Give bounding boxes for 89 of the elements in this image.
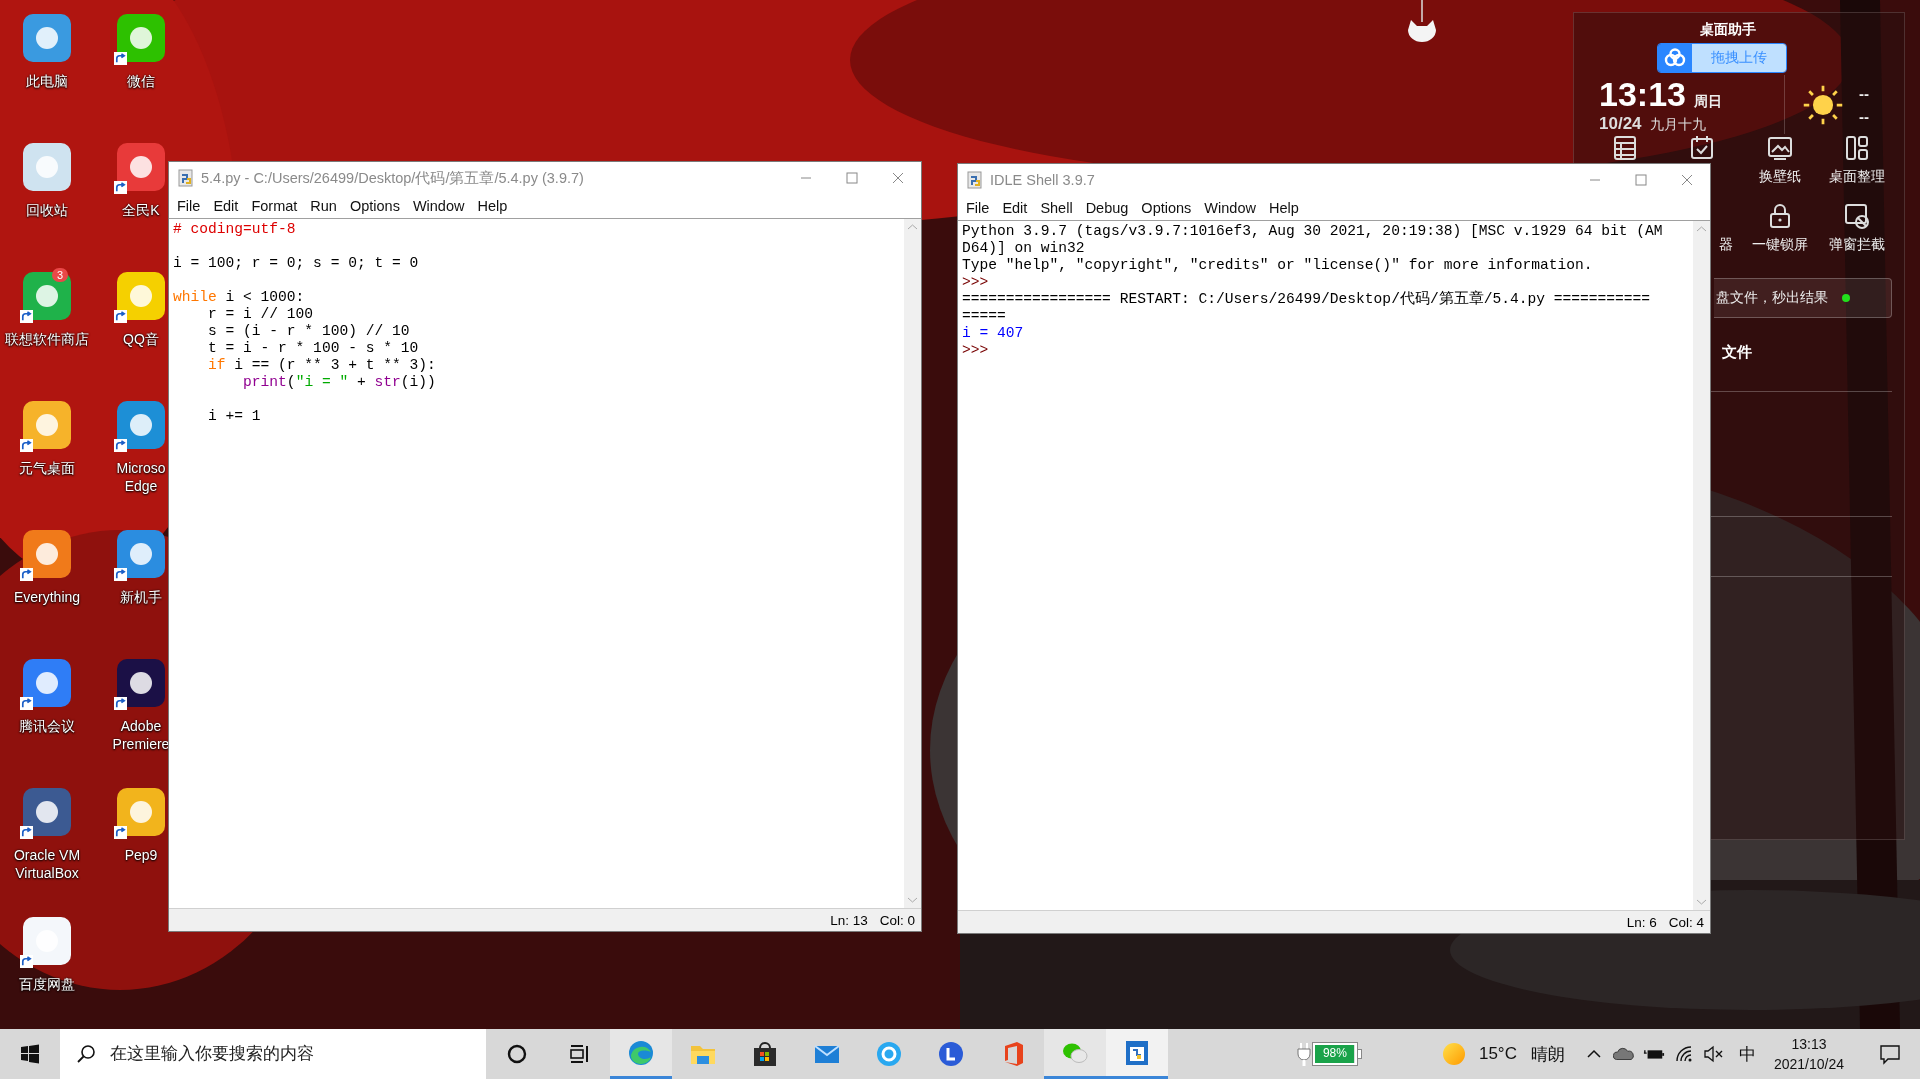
code-editor[interactable]: # coding=utf-8 i = 100; r = 0; s = 0; t = 0 while i < 1000: r = i // 100 s = (i - r * 100) // 10 t = i - r * 100 - s * 10 if i == (r ** 3 + t ** 3): print("i = " + str(i)) i += 1 [169, 219, 904, 908]
input-method-indicator[interactable]: 中 [1738, 1042, 1756, 1066]
console-line: ================= RESTART: C:/Users/26499/Desktop/代码/第五章/5.4.py =========== [962, 291, 1652, 308]
python-file-icon [966, 171, 984, 189]
menu-item[interactable]: Help [477, 198, 508, 214]
icon-label: 联想软件商店 [5, 330, 89, 348]
muted-speaker-icon[interactable] [1702, 1044, 1725, 1064]
icon-label: 微信 [126, 72, 156, 90]
weather-condition: 晴朗 [1530, 1043, 1565, 1066]
temperature: 15°C [1478, 1044, 1517, 1064]
column-number: Col: 0 [879, 912, 915, 928]
high-temperature: -- [1859, 84, 1869, 102]
menu-item[interactable]: Window [1204, 200, 1256, 216]
icon-label: 回收站 [25, 201, 69, 219]
date: 10/24 [1599, 114, 1642, 134]
code-line: i += 1 [207, 408, 262, 425]
menu-item[interactable]: Window [412, 198, 465, 214]
tool-label: 桌面整理 [1829, 168, 1886, 186]
round-app-icon [937, 1040, 965, 1068]
console-line: D64)] on win32 [962, 240, 1086, 257]
menu-item[interactable]: Options [1141, 200, 1192, 216]
window-title: 5.4.py - C:/Users/26499/Desktop/代码/第五章/5.4.py (3.9.7) [201, 168, 584, 188]
line-number: Ln: 13 [830, 912, 868, 928]
code-line: i = 100; r = 0; s = 0; t = 0 [173, 255, 420, 272]
icon-label: Adobe Premiere [111, 717, 171, 753]
low-temperature: -- [1859, 107, 1869, 125]
cloud-icon [1658, 44, 1692, 72]
code-line: s = (i - r * 100) // 10 [207, 323, 411, 340]
menu-item[interactable]: Run [310, 198, 337, 214]
code-line: # coding=utf-8 [173, 221, 297, 238]
menu-item[interactable]: Edit [1002, 200, 1028, 216]
tool-label: 换壁纸 [1758, 168, 1801, 186]
browser-icon [627, 1038, 655, 1067]
menu-item[interactable]: File [177, 198, 201, 214]
clock-time[interactable]: 13:13 [1791, 1034, 1827, 1054]
widget-title: 桌面助手 [1700, 21, 1756, 39]
console-line: >>> [962, 274, 990, 291]
files-tab[interactable]: 文件 [1722, 343, 1752, 362]
icon-label: 元气桌面 [18, 459, 76, 477]
search-icon [76, 1044, 96, 1064]
tool-label: 一键锁屏 [1751, 236, 1808, 254]
picture-frame-icon[interactable] [1765, 134, 1794, 162]
icon-label: 新机手 [119, 588, 163, 606]
menu-item[interactable]: File [966, 200, 990, 216]
icon-label: 百度网盘 [18, 975, 76, 993]
blocked-window-icon[interactable] [1843, 202, 1872, 230]
icon-label: 此电脑 [25, 72, 69, 90]
search-input[interactable]: 在这里输入你要搜索的内容 [108, 1043, 472, 1065]
menu-item[interactable]: Edit [213, 198, 239, 214]
clock-time: 13:13 [1599, 75, 1686, 114]
document-icon [1123, 1038, 1151, 1067]
menu-item[interactable]: Options [349, 198, 400, 214]
code-line: if i == (r ** 3 + t ** 3): [207, 357, 437, 374]
console-line: Type "help", "copyright", "credits" or "license()" for more information. [962, 257, 1594, 274]
notification-icon[interactable] [1878, 1042, 1902, 1066]
console-line: >>> [962, 342, 990, 359]
battery-percentage: 98% [1321, 1046, 1348, 1060]
code-line: t = i - r * 100 - s * 10 [207, 340, 420, 357]
icon-label: QQ音 [122, 330, 160, 348]
menu-item[interactable]: Format [251, 198, 298, 214]
menu-item[interactable]: Shell [1040, 200, 1073, 216]
weekday: 周日 [1693, 93, 1722, 111]
code-line: r = i // 100 [207, 306, 315, 323]
round-app-icon [875, 1040, 903, 1068]
status-dot-icon [1842, 294, 1850, 302]
line-number: Ln: 6 [1626, 914, 1657, 930]
menu-item[interactable]: Debug [1085, 200, 1129, 216]
icon-label: Microso Edge [115, 459, 167, 495]
clock-date[interactable]: 2021/10/24 [1773, 1054, 1844, 1074]
console-line: Python 3.9.7 (tags/v3.9.7:1016ef3, Aug 30 2021, 20:19:38) [MSC v.1929 64 bit (AM [962, 223, 1664, 240]
column-number: Col: 4 [1668, 914, 1704, 930]
icon-label: Everything [12, 588, 82, 606]
window-title: IDLE Shell 3.9.7 [990, 172, 1095, 188]
tool-label: 弹窗拦截 [1829, 236, 1886, 254]
lunar-date: 九月十九 [1649, 116, 1706, 134]
icon-label: 腾讯会议 [18, 717, 76, 735]
python-file-icon [177, 169, 195, 187]
search-field[interactable]: 在这里输入你要搜索的内容 [60, 1029, 486, 1079]
console-line: ===== [962, 308, 1007, 325]
menu-item[interactable]: Help [1268, 200, 1299, 216]
code-line: print("i = " + str(i)) [242, 374, 437, 391]
icon-label: Oracle VM VirtualBox [12, 846, 82, 882]
taskbar-button[interactable] [1106, 1029, 1168, 1079]
tool-label: 器 [1719, 236, 1733, 254]
shopping-bag-icon [751, 1040, 779, 1068]
console-line: i = 407 [962, 325, 1025, 342]
icon-label: Pep9 [123, 846, 159, 864]
code-line: while i < 1000: [173, 289, 306, 306]
search-bar[interactable]: 盘文件，秒出结果 [1714, 278, 1892, 318]
